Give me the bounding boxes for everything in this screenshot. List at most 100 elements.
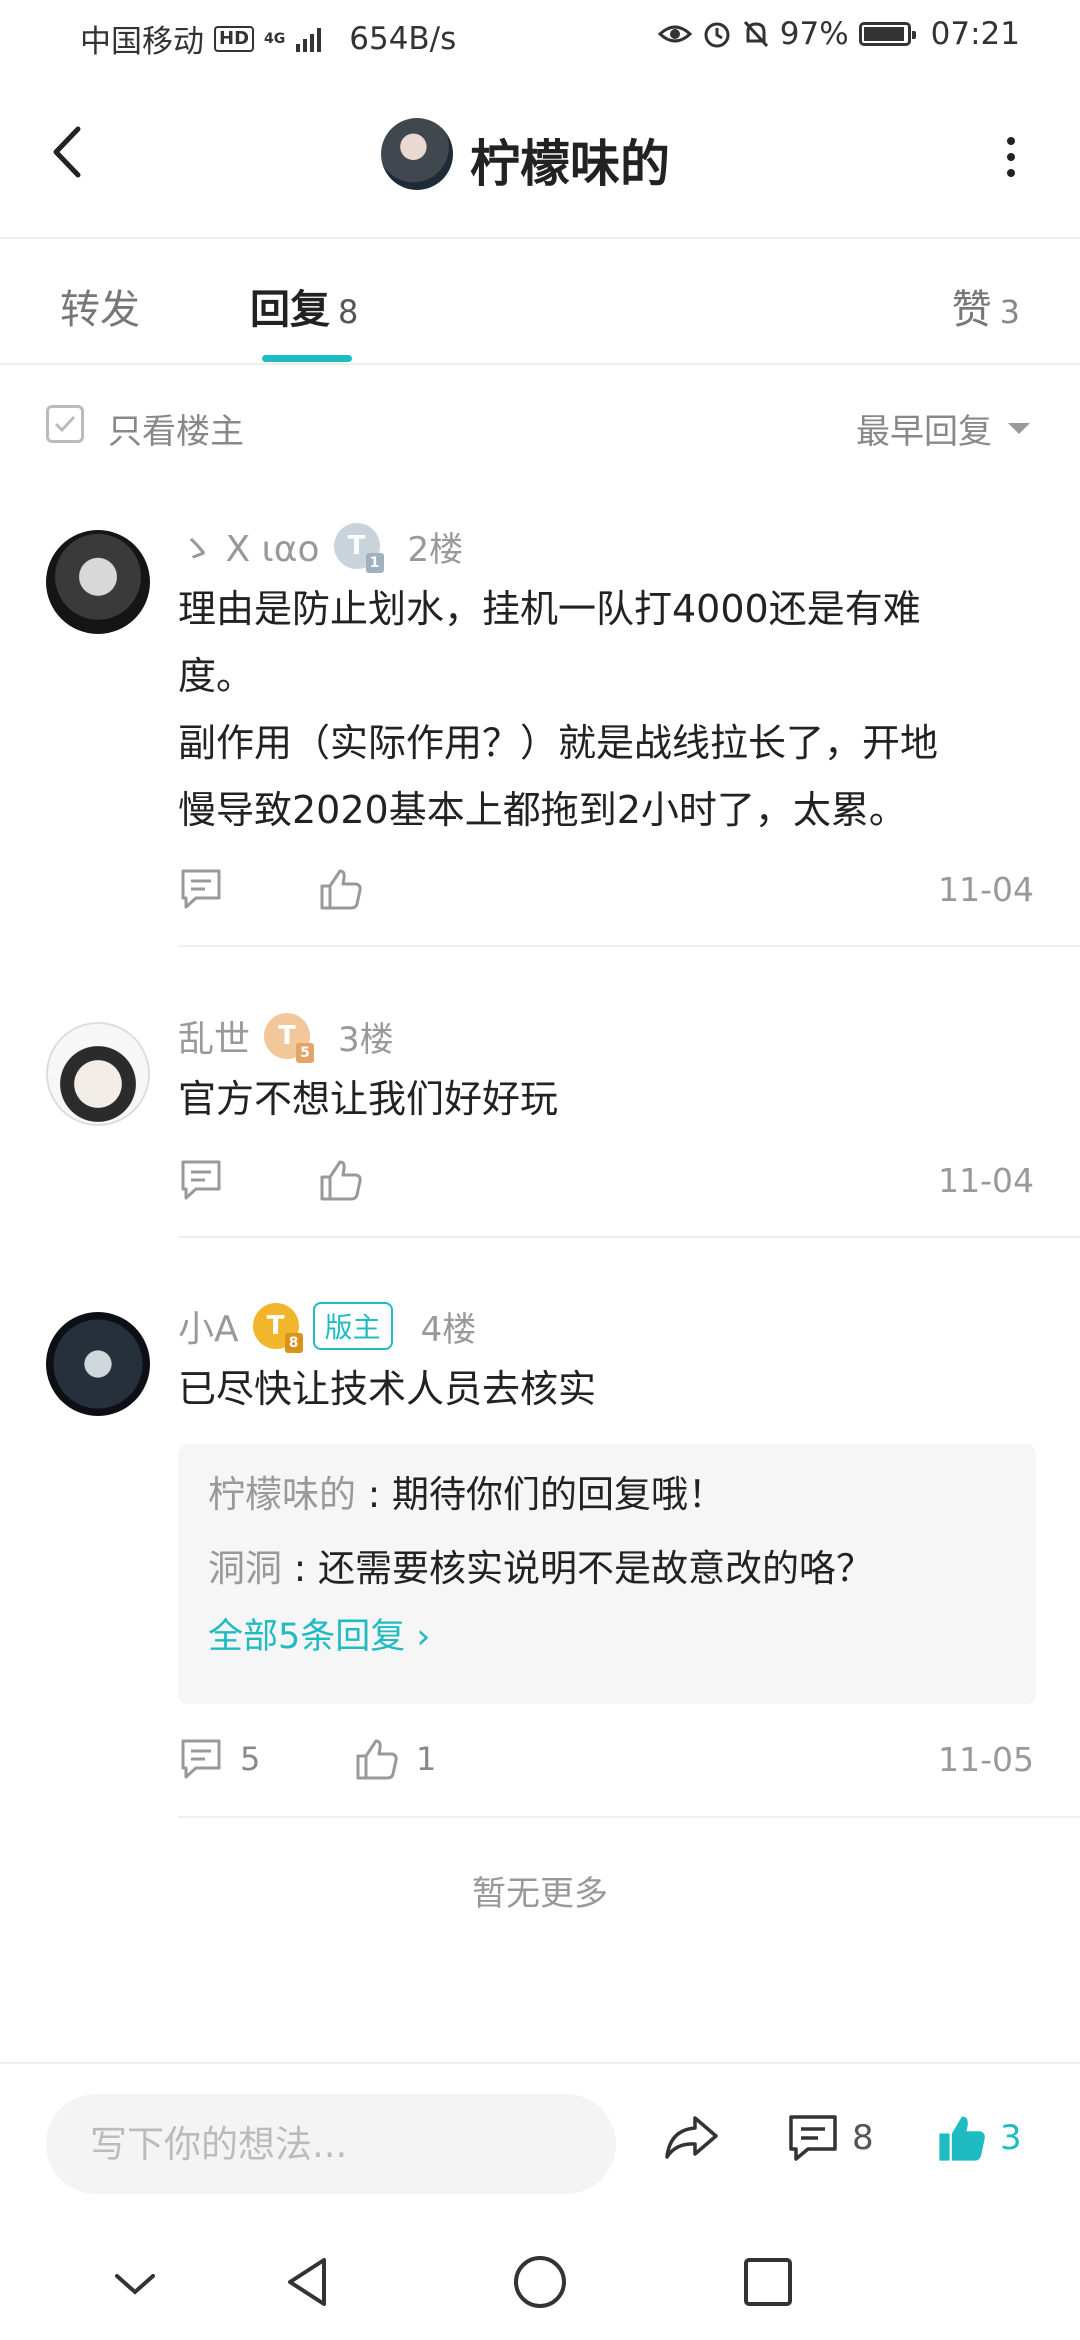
divider [178,1236,1080,1238]
reply-actions: 5 1 11-05 [178,1736,1034,1786]
reply-text: 官方不想让我们好好玩 [178,1066,1018,1133]
reply-text: 理由是防止划水，挂机一队打4000还是有难 度。 副作用（实际作用？）就是战线拉… [178,576,1018,844]
comment-button[interactable] [178,866,224,912]
level-badge-icon: T1 [333,523,384,573]
reply-header: 小A T8 版主 4楼 [178,1300,477,1353]
sub-reply-author[interactable]: 洞洞 [208,1547,282,1590]
back-button[interactable] [40,117,100,187]
comments-button[interactable]: 8 [786,2112,874,2164]
likes-count: 3 [1000,2118,1022,2158]
sub-reply-text: 还需要核实说明不是故意改的咯？ [318,1547,873,1590]
divider [178,945,1080,947]
bottom-action-bar: 8 3 [0,2062,1080,2224]
reply-date: 11-04 [938,870,1034,909]
sort-label: 最早回复 [856,412,992,452]
network-type: 4G [264,30,286,47]
avatar[interactable] [46,1312,150,1416]
only-op-label[interactable]: 只看楼主 [108,404,244,453]
tab-replies-count: 8 [338,293,359,331]
status-bar: 中国移动 HD 4G 654B/s 97% 07:21 [0,0,1080,72]
username[interactable]: 乱世 [178,1010,250,1062]
header: 柠檬味的 [0,72,1080,239]
reply-line: 已尽快让技术人员去核实 [178,1367,597,1411]
filter-row: 只看楼主 最早回复 [0,380,1080,470]
net-speed: 654B/s [349,20,457,57]
comment-icon [789,2115,837,2161]
floor-number: 3楼 [338,1019,394,1060]
nav-home-button[interactable] [510,2252,570,2312]
nav-recents-button[interactable] [738,2252,798,2312]
comment-button[interactable]: 5 [178,1736,260,1782]
floor-number: 2楼 [407,529,464,570]
sort-dropdown[interactable]: 最早回复 [856,404,1030,453]
tab-likes-label: 赞 [951,287,992,333]
author-avatar[interactable] [381,118,453,190]
thumbs-up-icon [320,1160,362,1201]
view-all-replies-link[interactable]: 全部5条回复 › [208,1608,430,1659]
reply-date: 11-04 [938,1161,1034,1200]
reply-header: 乱世 T5 3楼 [178,1010,394,1063]
reply-line: 慢导致2020基本上都拖到2小时了，太累。 [178,788,907,832]
carrier-label: 中国移动 [80,24,204,60]
clock: 07:21 [930,16,1020,52]
tab-likes[interactable]: 赞3 [952,277,1020,335]
sub-replies-box[interactable]: 柠檬味的 : 期待你们的回复哦！ 洞洞 : 还需要核实说明不是故意改的咯？ 全部… [178,1444,1036,1704]
alarm-icon [704,22,730,48]
eye-icon [657,25,692,43]
comment-icon [181,1160,221,1200]
battery-icon [858,22,916,46]
tab-replies[interactable]: 回复 8 [250,277,358,335]
username[interactable]: ゝ X ιαo [178,520,320,572]
signal-icon [296,27,322,52]
comment-button[interactable] [178,1157,224,1203]
reply-date: 11-05 [938,1740,1034,1779]
more-options-icon[interactable] [1004,137,1018,177]
hd-icon: HD [214,25,255,52]
share-button[interactable] [662,2112,720,2162]
like-button[interactable] [318,1157,364,1203]
floor-number: 4楼 [420,1309,477,1350]
only-op-checkbox[interactable] [46,405,84,443]
sub-reply-author[interactable]: 柠檬味的 [208,1473,356,1516]
status-left: 中国移动 HD 4G 654B/s [80,16,456,61]
avatar[interactable] [46,530,150,634]
reply-text: 已尽快让技术人员去核实 [178,1356,1018,1423]
sub-reply-text: 期待你们的回复哦！ [392,1473,725,1516]
level-badge-icon: T5 [264,1013,315,1063]
status-right: 97% 07:21 [657,16,1020,52]
like-button[interactable]: 1 [354,1736,436,1782]
like-button[interactable] [318,866,364,912]
chevron-down-icon [1008,423,1030,434]
comment-input[interactable] [46,2094,616,2194]
comment-icon [181,1739,221,1779]
sub-reply-separator: : [356,1473,392,1516]
thumbs-up-icon [356,1739,398,1780]
username[interactable]: 小A [178,1300,239,1352]
comment-icon [181,869,221,909]
reply-line: 官方不想让我们好好玩 [178,1077,559,1121]
tab-bar: 转发 回复 8 赞3 [0,239,1080,365]
sub-reply-separator: : [282,1547,318,1590]
hide-keyboard-button[interactable] [105,2252,165,2312]
share-icon [665,2116,718,2159]
like-button[interactable]: 3 [936,2112,1022,2164]
comments-count: 8 [852,2118,874,2158]
system-nav-bar [0,2224,1080,2340]
page-title: 柠檬味的 [470,135,670,193]
sub-reply: 洞洞 : 还需要核实说明不是故意改的咯？ [208,1538,873,1592]
level-badge-icon: T8 [252,1303,303,1353]
active-tab-indicator [262,355,352,362]
mute-bell-icon [743,20,768,48]
tab-replies-label: 回复 [250,287,330,333]
reply-actions: 11-04 [178,1157,1034,1207]
divider [178,1816,1080,1818]
tab-forward[interactable]: 转发 [60,277,140,335]
sub-reply: 柠檬味的 : 期待你们的回复哦！ [208,1464,725,1518]
moderator-badge: 版主 [312,1302,393,1350]
avatar[interactable] [46,1022,150,1126]
tab-likes-count: 3 [999,293,1020,331]
nav-back-button[interactable] [280,2252,340,2312]
thumbs-up-filled-icon [939,2116,985,2161]
battery-percent: 97% [779,16,849,52]
comment-count: 5 [240,1740,261,1778]
